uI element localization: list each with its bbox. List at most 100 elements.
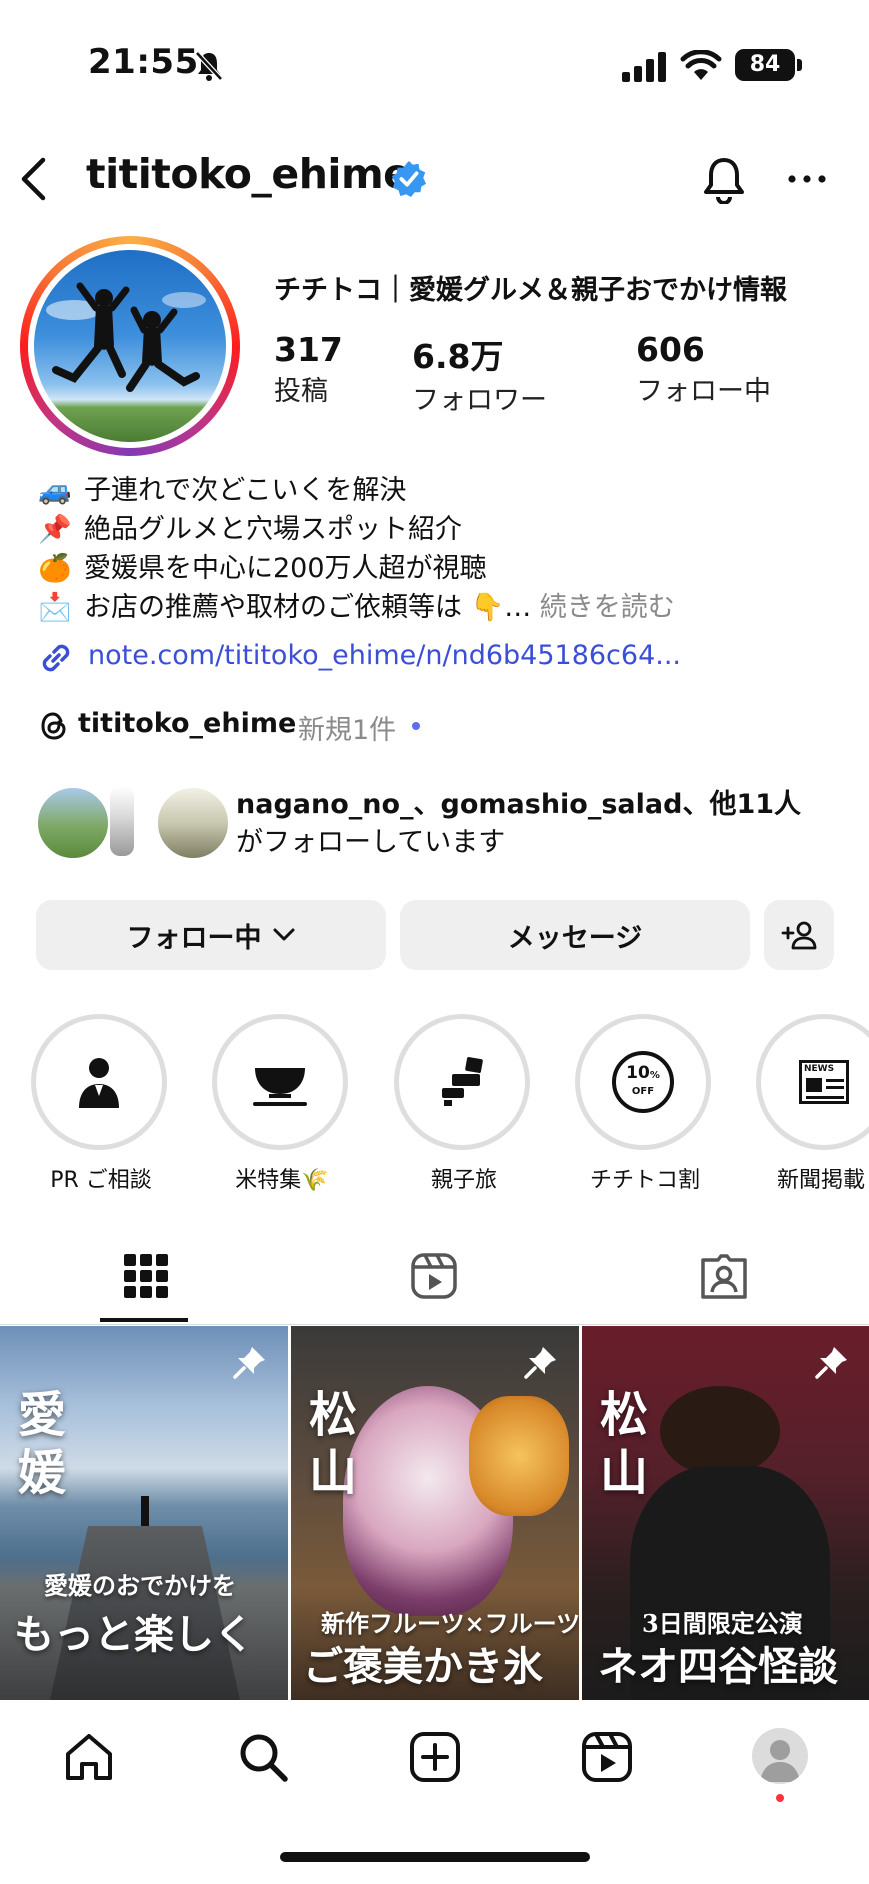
verified-badge-icon [391, 160, 427, 198]
stat-label: フォロー中 [636, 376, 771, 407]
highlight-cover [31, 1014, 167, 1150]
post-location-char: 山 [309, 1445, 358, 1501]
profile-nav-avatar[interactable] [752, 1728, 808, 1784]
create-post-icon[interactable] [408, 1730, 462, 1784]
profile-username: tititoko_ehime [86, 150, 411, 198]
post-location: 愛 媛 [18, 1386, 66, 1502]
bio-line: 🚙 子連れで次どこいくを解決 [36, 468, 406, 507]
post-location: 松 山 [309, 1386, 357, 1502]
bio-text: 絶品グルメと穴場スポット紹介 [84, 514, 462, 545]
bio-text: お店の推薦や取材のご依頼等は 👇… [84, 592, 532, 623]
profile-full-name: チチトコ｜愛媛グルメ＆親子おでかけ情報 [274, 275, 787, 306]
bio-text: 子連れで次どこいくを解決 [84, 475, 407, 506]
post-location-char: 松 [309, 1387, 358, 1443]
silent-bell-icon [195, 51, 223, 81]
mutual-avatar[interactable] [36, 786, 110, 860]
newspaper-icon: NEWS [799, 1060, 849, 1104]
tagged-tab-icon[interactable] [700, 1252, 748, 1300]
threads-icon[interactable] [38, 710, 70, 742]
post-title: ネオ四谷怪談 [598, 1643, 838, 1690]
back-arrow-icon[interactable] [16, 156, 50, 202]
threads-unread-dot [412, 722, 420, 730]
highlight-rice[interactable] [212, 1014, 348, 1150]
highlight-discount[interactable]: 10% OFF [575, 1014, 711, 1150]
more-options-icon[interactable] [782, 164, 832, 194]
post-title: もっと楽しく [14, 1611, 254, 1658]
following-button[interactable]: フォロー中 [36, 900, 386, 970]
rice-bowl-icon [253, 1068, 307, 1106]
mutual-avatar[interactable] [156, 786, 230, 860]
stat-value: 317 [274, 330, 343, 369]
post-location-char: 松 [600, 1387, 649, 1443]
signal-icon [622, 52, 666, 82]
grid-icon[interactable] [122, 1252, 170, 1300]
highlight-cover [212, 1014, 348, 1150]
highlight-cover: NEWS [756, 1014, 869, 1150]
threads-username[interactable]: tititoko_ehime [78, 708, 296, 739]
discount-off: OFF [631, 1085, 655, 1097]
highlight-label: 米特集🌾 [235, 1168, 329, 1193]
home-icon[interactable] [62, 1730, 116, 1784]
home-indicator [280, 1852, 590, 1862]
envelope-icon: 📩 [38, 592, 72, 623]
bio-line: 📩 お店の推薦や取材のご依頼等は 👇… 続きを読む [36, 585, 675, 624]
highlight-cover: 10% OFF [575, 1014, 711, 1150]
post-subtitle: 愛媛のおでかけを [44, 1571, 236, 1600]
pin-icon [233, 1347, 265, 1379]
notification-bell-icon[interactable] [700, 154, 748, 204]
stat-followers[interactable]: 6.8万 フォロワー [412, 330, 547, 417]
highlight-label: チチトコ割 [589, 1168, 700, 1193]
default-avatar-icon [760, 1740, 800, 1782]
status-time: 21:55 [88, 42, 199, 82]
profile-avatar[interactable] [34, 250, 226, 442]
mutual-avatar[interactable] [110, 786, 134, 856]
stat-value: 6.8万 [412, 337, 504, 376]
discount-icon: 10% OFF [612, 1051, 674, 1113]
mutual-names: nagano_no_、gomashio_salad、他11人 [236, 789, 802, 820]
highlight-label: PR ご相談 [50, 1168, 152, 1193]
pin-icon [815, 1347, 847, 1379]
stat-label: 投稿 [274, 376, 328, 407]
link-icon [42, 644, 70, 672]
mutual-followers-text[interactable]: nagano_no_、gomashio_salad、他11人 がフォローしていま… [236, 786, 856, 862]
seat-icon [442, 1057, 483, 1106]
stat-value: 606 [636, 330, 705, 369]
notification-dot [776, 1794, 784, 1802]
message-button[interactable]: メッセージ [400, 900, 750, 970]
wifi-icon [680, 50, 722, 80]
person-silhouette [141, 1496, 149, 1526]
discount-unit: % [649, 1069, 660, 1081]
message-button-label: メッセージ [507, 922, 643, 954]
pushpin-icon: 📌 [38, 514, 72, 545]
post-location-char: 媛 [18, 1445, 67, 1501]
performer-head [660, 1386, 780, 1476]
search-icon[interactable] [236, 1730, 290, 1784]
bio-line: 📌 絶品グルメと穴場スポット紹介 [36, 507, 462, 546]
jumping-people-image [46, 282, 206, 392]
bio-more-link[interactable]: 続きを読む [540, 592, 675, 623]
news-badge: NEWS [804, 1064, 835, 1074]
car-icon: 🚙 [38, 475, 72, 506]
stat-following[interactable]: 606 フォロー中 [636, 330, 771, 408]
highlight-family-trip[interactable] [394, 1014, 530, 1150]
post-tile[interactable]: 松 山 3日間限定公演 ネオ四谷怪談 [582, 1326, 869, 1700]
reels-tab-icon[interactable] [410, 1252, 458, 1300]
post-tile[interactable]: 愛 媛 愛媛のおでかけを もっと楽しく [0, 1326, 288, 1700]
post-tile[interactable]: 松 山 新作フルーツ×フルーツ ご褒美かき氷 [291, 1326, 579, 1700]
bio-text: 愛媛県を中心に200万人超が視聴 [84, 553, 487, 584]
reels-icon[interactable] [580, 1730, 634, 1784]
profile-link[interactable]: note.com/tititoko_ehime/n/nd6b45186c64..… [88, 640, 681, 671]
highlight-newspaper[interactable]: NEWS [756, 1014, 869, 1150]
bio-line: 🍊 愛媛県を中心に200万人超が視聴 [36, 546, 487, 585]
person-icon [79, 1058, 119, 1108]
add-user-button[interactable] [764, 900, 834, 970]
pin-icon [524, 1347, 556, 1379]
fruit-shape [469, 1396, 569, 1516]
post-location-char: 山 [600, 1445, 649, 1501]
highlight-pr[interactable] [31, 1014, 167, 1150]
divider [0, 1324, 869, 1325]
highlight-cover [394, 1014, 530, 1150]
stat-posts[interactable]: 317 投稿 [274, 330, 343, 408]
highlight-label: 親子旅 [430, 1168, 497, 1193]
highlight-label: 新聞掲載 [777, 1168, 866, 1193]
